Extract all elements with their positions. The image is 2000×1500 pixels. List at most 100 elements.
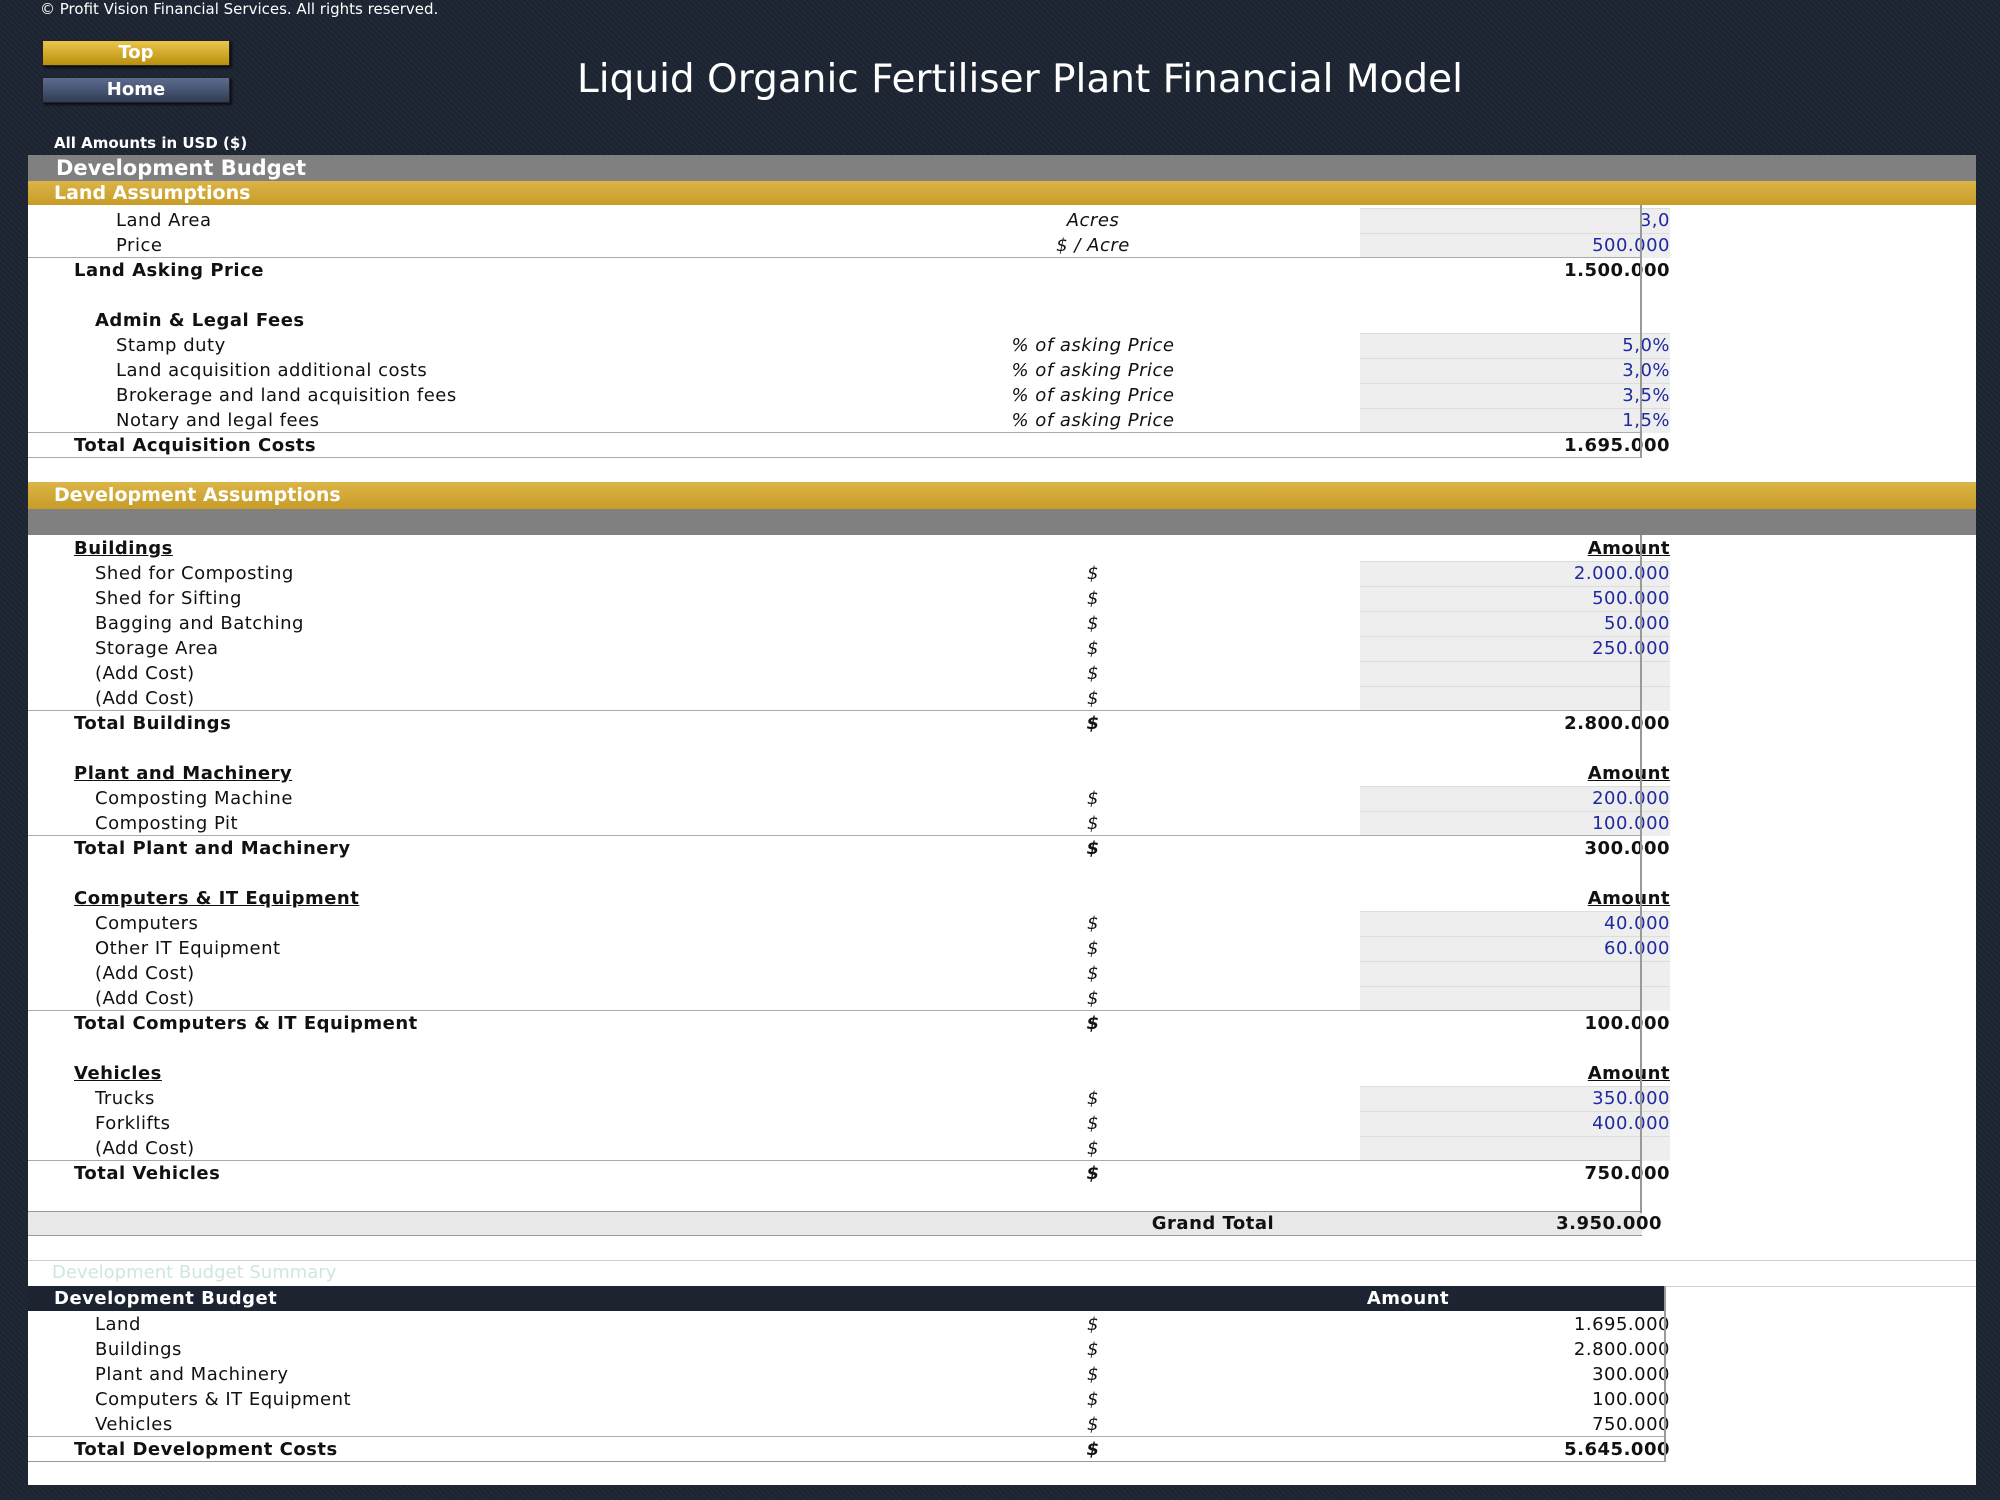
row-label: Stamp duty: [116, 335, 226, 356]
amount-header: Amount: [1587, 538, 1670, 559]
currency-symbol: $: [1086, 1439, 1100, 1460]
notary-fees-input[interactable]: 1,5%: [1360, 408, 1670, 433]
land-area-input[interactable]: 3,0: [1360, 208, 1670, 233]
row-label: Other IT Equipment: [95, 938, 281, 959]
top-button[interactable]: Top: [42, 40, 230, 66]
currency-symbol: $: [1087, 938, 1099, 959]
row-label: Shed for Sifting: [95, 588, 242, 609]
fee-row: Land acquisition additional costs % of a…: [28, 358, 1670, 383]
currency-symbol: $: [1087, 613, 1099, 634]
fees-header: Admin & Legal Fees: [95, 310, 305, 331]
table-row: Vehicles $ 750.000: [28, 1412, 1670, 1437]
stamp-duty-input[interactable]: 5,0%: [1360, 333, 1670, 358]
row-label: Plant and Machinery: [95, 1364, 289, 1385]
additional-costs-input[interactable]: 3,0%: [1360, 358, 1670, 383]
currency-symbol: $: [1087, 588, 1099, 609]
row-label: Forklifts: [95, 1113, 171, 1134]
currency-symbol: $: [1087, 1113, 1099, 1134]
divider: [28, 1260, 1976, 1261]
currency-symbol: $: [1087, 1088, 1099, 1109]
cost-input[interactable]: 200.000: [1360, 786, 1670, 811]
land-asking-price-value: 1.500.000: [1564, 260, 1670, 281]
currency-symbol: $: [1086, 1013, 1100, 1034]
development-budget-title: Development Budget: [56, 156, 306, 180]
list-item: Computers $ 40.000: [28, 911, 1670, 936]
fee-row: Stamp duty % of asking Price 5,0%: [28, 333, 1670, 358]
page-title: Liquid Organic Fertiliser Plant Financia…: [577, 57, 1463, 102]
divider: [28, 1461, 1666, 1462]
buildings-header-row: Buildings Amount: [28, 536, 1670, 561]
row-label: Total Acquisition Costs: [74, 435, 317, 456]
amount-header: Amount: [1587, 763, 1670, 784]
list-item: Shed for Sifting $ 500.000: [28, 586, 1670, 611]
row-label: Storage Area: [95, 638, 219, 659]
row-label: Bagging and Batching: [95, 613, 304, 634]
grand-total-label: Grand Total: [1151, 1213, 1275, 1234]
cost-input[interactable]: [1360, 661, 1670, 686]
total-development-value: 5.645.000: [1564, 1439, 1670, 1460]
row-label: Trucks: [95, 1088, 155, 1109]
list-item: (Add Cost) $: [28, 961, 1670, 986]
column-border: [1640, 535, 1642, 1213]
copyright-text: © Profit Vision Financial Services. All …: [40, 0, 439, 18]
row-label: Land Asking Price: [74, 260, 264, 281]
currency-symbol: $: [1087, 788, 1099, 809]
cost-input[interactable]: 400.000: [1360, 1111, 1670, 1136]
cost-input[interactable]: 350.000: [1360, 1086, 1670, 1111]
currency-symbol: $: [1087, 1314, 1099, 1335]
row-unit: % of asking Price: [1011, 335, 1175, 356]
currency-symbol: $: [1086, 838, 1100, 859]
cost-input[interactable]: [1360, 686, 1670, 711]
row-label: Notary and legal fees: [116, 410, 320, 431]
row-value: 1.695.000: [1573, 1314, 1670, 1335]
brokerage-fees-input[interactable]: 3,5%: [1360, 383, 1670, 408]
home-button[interactable]: Home: [42, 77, 230, 103]
row-label: Composting Pit: [95, 813, 239, 834]
summary-header-label: Development Budget: [54, 1288, 278, 1309]
list-item: Forklifts $ 400.000: [28, 1111, 1670, 1136]
currency-symbol: $: [1086, 713, 1100, 734]
cost-input[interactable]: 2.000.000: [1360, 561, 1670, 586]
row-label: Total Vehicles: [74, 1163, 221, 1184]
plant-header-row: Plant and Machinery Amount: [28, 761, 1670, 786]
development-assumptions-title: Development Assumptions: [54, 484, 341, 506]
row-label: Computers: [95, 913, 199, 934]
row-unit: $ / Acre: [1056, 235, 1130, 256]
currency-symbol: $: [1087, 663, 1099, 684]
row-unit: % of asking Price: [1011, 410, 1175, 431]
column-border: [1640, 205, 1642, 458]
currency-symbol: $: [1087, 1389, 1099, 1410]
cost-input[interactable]: [1360, 986, 1670, 1011]
cost-input[interactable]: 50.000: [1360, 611, 1670, 636]
it-header-row: Computers & IT Equipment Amount: [28, 886, 1670, 911]
row-label: Land Area: [116, 210, 212, 231]
cost-input[interactable]: 500.000: [1360, 586, 1670, 611]
fees-header-row: Admin & Legal Fees: [28, 308, 1642, 333]
price-input[interactable]: 500.000: [1360, 233, 1670, 258]
land-area-row: Land Area Acres 3,0: [28, 208, 1670, 233]
table-row: Land $ 1.695.000: [28, 1312, 1670, 1337]
it-header: Computers & IT Equipment: [74, 888, 360, 909]
row-label: (Add Cost): [95, 963, 195, 984]
row-label: Total Buildings: [74, 713, 232, 734]
cost-input[interactable]: 250.000: [1360, 636, 1670, 661]
currency-symbol: $: [1087, 963, 1099, 984]
land-assumptions-title: Land Assumptions: [54, 182, 251, 204]
list-item: Storage Area $ 250.000: [28, 636, 1670, 661]
land-assumptions-bar: Land Assumptions: [28, 181, 1976, 205]
cost-input[interactable]: [1360, 1136, 1670, 1161]
total-buildings-value: 2.800.000: [1564, 713, 1670, 734]
amount-header: Amount: [1587, 1063, 1670, 1084]
table-row: Plant and Machinery $ 300.000: [28, 1362, 1670, 1387]
cost-input[interactable]: 100.000: [1360, 811, 1670, 836]
row-label: Buildings: [95, 1339, 182, 1360]
row-label: Vehicles: [95, 1414, 173, 1435]
cost-input[interactable]: 60.000: [1360, 936, 1670, 961]
list-item: (Add Cost) $: [28, 686, 1670, 711]
development-budget-bar: Development Budget: [28, 155, 1976, 181]
summary-faint-title: Development Budget Summary: [52, 1262, 337, 1283]
row-label: Land acquisition additional costs: [116, 360, 428, 381]
cost-input[interactable]: 40.000: [1360, 911, 1670, 936]
cost-input[interactable]: [1360, 961, 1670, 986]
currency-symbol: $: [1087, 1138, 1099, 1159]
